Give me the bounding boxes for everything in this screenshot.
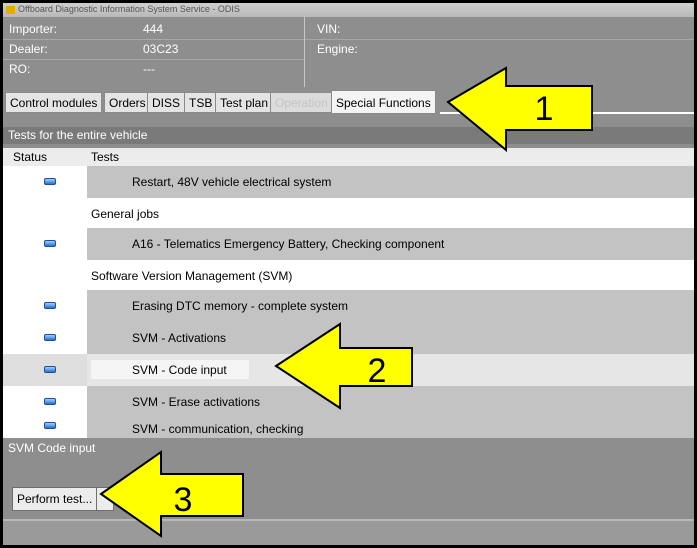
status-cell [3, 228, 87, 260]
tab-diss[interactable]: DISS [147, 92, 186, 113]
engine-row: Engine: [305, 39, 694, 59]
arrow-shape [446, 66, 593, 153]
status-cell [3, 418, 87, 438]
importer-row: Importer: 444 [3, 19, 304, 40]
vin-label: VIN: [317, 22, 341, 36]
table-row[interactable]: SVM - communication, checking [3, 418, 694, 438]
callout-arrow-3: 3 [99, 450, 244, 538]
test-cell: Restart, 48V vehicle electrical system [87, 166, 694, 198]
status-cell [3, 354, 87, 386]
status-indicator-icon [44, 302, 56, 309]
arrow-shape [274, 322, 413, 410]
tab-control-modules[interactable]: Control modules [5, 92, 103, 113]
perform-test-button[interactable]: Perform test... [12, 487, 98, 511]
table-row[interactable]: Erasing DTC memory - complete system [3, 290, 694, 322]
test-label: SVM - communication, checking [132, 422, 304, 436]
tests-column-header: Tests [91, 150, 120, 164]
ro-value: --- [143, 62, 155, 76]
dealer-row: Dealer: 03C23 [3, 39, 304, 60]
window-title: Offboard Diagnostic Information System S… [18, 4, 240, 14]
tab-test-plan[interactable]: Test plan [215, 92, 274, 113]
callout-arrow-2: 2 [274, 322, 413, 410]
ro-row: RO: --- [3, 59, 304, 79]
status-indicator-icon [44, 366, 56, 373]
status-column-header: Status [13, 150, 48, 164]
group-row: Software Version Management (SVM) [3, 260, 694, 292]
group-label: General jobs [91, 207, 160, 221]
arrow-shape [99, 450, 244, 538]
callout-number-3: 3 [174, 481, 193, 519]
status-indicator-icon [44, 240, 56, 247]
status-indicator-icon [44, 422, 56, 429]
app-icon [6, 6, 15, 14]
callout-number-1: 1 [535, 90, 554, 128]
importer-label: Importer: [9, 22, 58, 36]
dealer-value: 03C23 [143, 42, 179, 56]
vehicle-info-panel: Importer: 444 Dealer: 03C23 RO: --- [3, 17, 305, 87]
status-cell [3, 386, 87, 418]
test-label: SVM - Code input [132, 363, 227, 377]
ro-label: RO: [9, 62, 31, 76]
group-label: Software Version Management (SVM) [91, 269, 293, 283]
status-indicator-icon [44, 398, 56, 405]
test-label: Restart, 48V vehicle electrical system [132, 175, 332, 189]
tab-tsb[interactable]: TSB [184, 92, 218, 113]
test-label: A16 - Telematics Emergency Battery, Chec… [132, 237, 445, 251]
test-label: SVM - Erase activations [132, 395, 261, 409]
group-cell: General jobs [87, 198, 694, 230]
table-row[interactable]: Restart, 48V vehicle electrical system [3, 166, 694, 198]
status-cell [3, 198, 87, 230]
group-cell: Software Version Management (SVM) [87, 260, 694, 292]
status-cell [3, 260, 87, 292]
test-label: SVM - Activations [132, 331, 227, 345]
status-cell [3, 290, 87, 322]
tab-special-functions[interactable]: Special Functions [331, 90, 436, 114]
importer-value: 444 [143, 22, 164, 36]
dealer-label: Dealer: [9, 42, 48, 56]
title-bar: Offboard Diagnostic Information System S… [3, 3, 694, 17]
status-cell [3, 322, 87, 354]
table-row[interactable]: A16 - Telematics Emergency Battery, Chec… [3, 228, 694, 260]
test-cell: A16 - Telematics Emergency Battery, Chec… [87, 228, 694, 260]
group-row: General jobs [3, 198, 694, 230]
callout-number-2: 2 [368, 352, 387, 390]
test-cell: Erasing DTC memory - complete system [87, 290, 694, 322]
status-indicator-icon [44, 334, 56, 341]
test-cell: SVM - communication, checking [87, 418, 694, 438]
vin-row: VIN: [305, 19, 694, 40]
engine-label: Engine: [317, 42, 358, 56]
status-cell [3, 166, 87, 198]
test-label: Erasing DTC memory - complete system [132, 299, 349, 313]
callout-arrow-1: 1 [446, 66, 593, 153]
tab-orders[interactable]: Orders [104, 92, 151, 113]
tab-operation: Operation [270, 92, 333, 113]
status-indicator-icon [44, 178, 56, 185]
